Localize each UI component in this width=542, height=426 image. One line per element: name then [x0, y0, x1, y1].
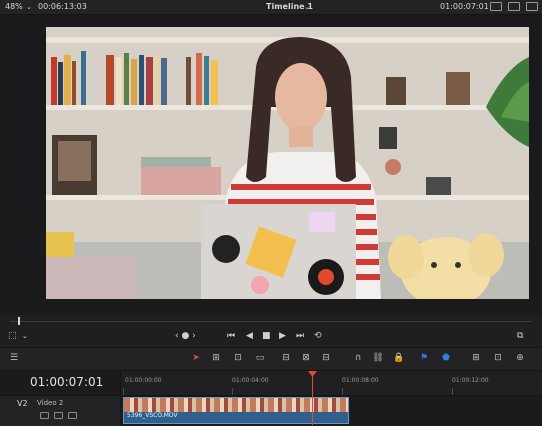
match-frame-icon[interactable]: ⧉ — [517, 331, 523, 342]
track-lock-icon[interactable] — [40, 412, 49, 419]
chevron-down-icon[interactable]: ⌄ — [26, 0, 32, 14]
loop-icon[interactable]: ⟲ — [314, 331, 322, 342]
flag-icon[interactable]: ⚑ — [418, 353, 430, 364]
go-to-start-icon[interactable]: ⏮ — [227, 331, 235, 342]
timeline-playhead[interactable] — [312, 371, 313, 425]
overwrite-clip-icon[interactable]: ⊠ — [300, 353, 312, 364]
ruler-tick — [452, 388, 453, 395]
clip-thumbnails — [124, 398, 348, 412]
ruler-tick-label: 01:00:00:00 — [125, 377, 162, 384]
play-icon[interactable]: ▶ — [279, 331, 286, 342]
video-clip[interactable]: 5396_VSCO.MOV — [123, 397, 349, 424]
timeline-timecode[interactable]: 01:00:07:01 — [30, 375, 103, 389]
video-frame — [46, 27, 529, 299]
ruler-tick-label: 01:00:08:00 — [342, 377, 379, 384]
zoom-level[interactable]: 48% — [5, 0, 23, 14]
replace-clip-icon[interactable]: ⊟ — [320, 353, 332, 364]
ruler-tick-label: 01:00:12:00 — [452, 377, 489, 384]
dynamic-trim-icon[interactable]: ⊡ — [232, 353, 244, 364]
layout-icon[interactable] — [526, 2, 538, 11]
linked-selection-icon[interactable]: ⛓ — [372, 353, 384, 364]
track-visibility-icon[interactable] — [68, 412, 77, 419]
timeline-panel: 01:00:07:01 01:00:00:00 01:00:04:00 01:0… — [0, 371, 542, 426]
cinema-viewer-icon[interactable] — [508, 2, 520, 11]
viewer — [0, 15, 542, 315]
source-timecode: 00:06:13:03 — [38, 2, 87, 11]
track-id: V2 — [17, 399, 28, 408]
ruler-tick — [123, 388, 124, 395]
ruler-tick — [232, 388, 233, 395]
video-image — [46, 27, 529, 299]
play-reverse-icon[interactable]: ◀ — [246, 331, 253, 342]
auto-select-icon[interactable] — [54, 412, 63, 419]
chevron-down-icon[interactable]: ⌄ — [22, 331, 28, 342]
selection-tool-icon[interactable]: ➤ — [190, 353, 202, 364]
zoom-detail-icon[interactable]: ⊡ — [492, 353, 504, 364]
snapping-icon[interactable]: ∩ — [352, 353, 364, 364]
scrub-playhead[interactable] — [18, 317, 20, 325]
timeline-ruler[interactable]: 01:00:00:00 01:00:04:00 01:00:08:00 01:0… — [120, 371, 542, 395]
safe-area-icon[interactable]: ⬚ — [8, 331, 17, 342]
timeline-options-icon[interactable]: ☰ — [8, 353, 20, 364]
track-lane-v2[interactable]: 5396_VSCO.MOV — [121, 395, 542, 426]
viewer-mode-icon[interactable] — [490, 2, 502, 11]
jog-control[interactable]: ‹ ● › — [175, 331, 196, 342]
lock-icon[interactable]: 🔒 — [393, 353, 405, 364]
track-name[interactable]: Video 2 — [37, 399, 63, 407]
track-header-v2[interactable]: V2 Video 2 — [0, 395, 120, 426]
scrub-track[interactable] — [10, 321, 532, 322]
blade-tool-icon[interactable]: ▭ — [254, 353, 266, 364]
viewer-header: 48% ⌄ 00:06:13:03 Timeline 1 ⌄ 01:00:07:… — [0, 0, 542, 15]
trim-tool-icon[interactable]: ⊞ — [210, 353, 222, 364]
stop-icon[interactable]: ■ — [262, 331, 271, 342]
insert-clip-icon[interactable]: ⊟ — [280, 353, 292, 364]
ruler-tick — [342, 388, 343, 395]
zoom-custom-icon[interactable]: ⊕ — [514, 353, 526, 364]
timeline-toolbar: ☰ ➤ ⊞ ⊡ ▭ ⊟ ⊠ ⊟ ∩ ⛓ 🔒 ⚑ ⬟ ⊞ ⊡ ⊕ — [0, 348, 542, 371]
viewer-scrubber[interactable] — [0, 315, 542, 327]
chevron-down-icon[interactable]: ⌄ — [304, 0, 310, 14]
marker-icon[interactable]: ⬟ — [440, 353, 452, 364]
transport-controls: ⬚ ⌄ ‹ ● › ⏮ ◀ ■ ▶ ⏭ ⟲ ⧉ — [0, 327, 542, 348]
zoom-full-icon[interactable]: ⊞ — [470, 353, 482, 364]
go-to-end-icon[interactable]: ⏭ — [296, 331, 304, 342]
record-timecode: 01:00:07:01 — [440, 2, 489, 11]
ruler-tick-label: 01:00:04:00 — [232, 377, 269, 384]
clip-name: 5396_VSCO.MOV — [127, 412, 178, 419]
